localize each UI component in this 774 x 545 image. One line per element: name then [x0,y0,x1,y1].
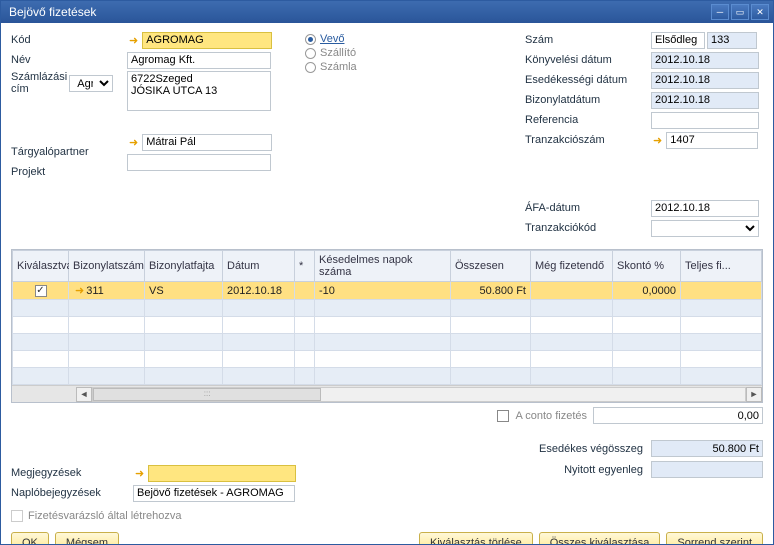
duedate-field[interactable] [651,72,759,89]
label-remarks: Megjegyzések [11,467,131,479]
label-project: Projekt [11,166,45,178]
arrow-icon: ➜ [651,134,664,147]
transnum-field[interactable] [666,132,758,149]
titlebar: Bejövő fizetések ─ ▭ ✕ [1,1,773,23]
journal-field[interactable] [133,485,295,502]
duetotal-field [651,440,763,457]
label-journal: Naplóbejegyzések [11,487,131,499]
ok-button[interactable]: OK [11,532,49,544]
row-checkbox[interactable] [35,285,47,297]
label-docdate: Bizonylatdátum [525,94,600,106]
maximize-button[interactable]: ▭ [731,4,749,20]
number-field[interactable] [707,32,757,49]
table-row[interactable]: ➜311 VS 2012.10.18 -10 50.800 Ft 0,0000 [13,282,762,300]
negpartner-field[interactable] [142,134,272,151]
label-billaddr: Számlázási cím [11,71,67,95]
label-code: Kód [11,34,31,46]
radio-szamla[interactable]: Számla [305,61,357,73]
label-transnum: Tranzakciószám [525,134,605,146]
transcode-select[interactable] [651,220,759,237]
minimize-button[interactable]: ─ [711,4,729,20]
billaddr-select[interactable]: Agro [69,75,113,92]
label-reference: Referencia [525,114,578,126]
clear-selection-button[interactable]: Kiválasztás törlése [419,532,533,544]
table-row[interactable] [13,351,762,368]
postdate-field[interactable] [651,52,759,69]
col-fullpay[interactable]: Teljes fi... [681,251,762,282]
close-button[interactable]: ✕ [751,4,769,20]
col-total[interactable]: Összesen [451,251,531,282]
table-row[interactable] [13,317,762,334]
remarks-field[interactable] [148,465,296,482]
grid: Kiválasztva Bizonylatszám Bizonylatfajta… [11,249,763,403]
label-openbal: Nyitott egyenleg [564,464,643,476]
label-duedate: Esedékességi dátum [525,74,627,86]
scroll-left-icon[interactable]: ◄ [76,387,92,402]
openbal-field [651,461,763,478]
label-vatdate: ÁFA-dátum [525,202,580,214]
arrow-icon: ➜ [127,34,140,47]
label-duetotal: Esedékes végösszeg [539,443,643,455]
label-transcode: Tranzakciókód [525,222,596,234]
label-aconto: A conto fizetés [515,410,587,422]
arrow-icon: ➜ [73,285,86,297]
window-title: Bejövő fizetések [5,5,711,19]
col-star[interactable]: * [295,251,315,282]
col-topay[interactable]: Még fizetendő [531,251,613,282]
label-negpartner: Tárgyalópartner [11,146,89,158]
number-type-field[interactable] [651,32,705,49]
code-field[interactable] [142,32,272,49]
wizard-checkbox [11,510,23,522]
name-field[interactable] [127,52,271,69]
col-docnum[interactable]: Bizonylatszám [69,251,145,282]
col-discount[interactable]: Skontó % [613,251,681,282]
docdate-field[interactable] [651,92,759,109]
vatdate-field[interactable] [651,200,759,217]
reference-field[interactable] [651,112,759,129]
arrow-icon: ➜ [133,467,146,480]
col-doctype[interactable]: Bizonylatfajta [145,251,223,282]
radio-vevo[interactable]: Vevő [305,33,357,45]
col-selected[interactable]: Kiválasztva [13,251,69,282]
arrow-icon: ➜ [127,136,140,149]
horizontal-scrollbar[interactable]: ◄ ::: ► [12,385,762,402]
col-date[interactable]: Dátum [223,251,295,282]
aconto-value[interactable] [593,407,763,424]
sort-button[interactable]: Sorrend szerint [666,532,763,544]
scroll-right-icon[interactable]: ► [746,387,762,402]
address-field[interactable] [127,71,271,111]
cancel-button[interactable]: Mégsem [55,532,119,544]
table-row[interactable] [13,368,762,385]
radio-szallito[interactable]: Szállító [305,47,357,59]
col-overdue[interactable]: Késedelmes napok száma [315,251,451,282]
label-wizard: Fizetésvarázsló által létrehozva [28,510,181,522]
table-row[interactable] [13,300,762,317]
label-number: Szám [525,34,553,46]
project-field[interactable] [127,154,271,171]
table-row[interactable] [13,334,762,351]
label-name: Név [11,54,31,66]
select-all-button[interactable]: Összes kiválasztása [539,532,661,544]
aconto-checkbox[interactable] [497,410,509,422]
label-postdate: Könyvelési dátum [525,54,612,66]
